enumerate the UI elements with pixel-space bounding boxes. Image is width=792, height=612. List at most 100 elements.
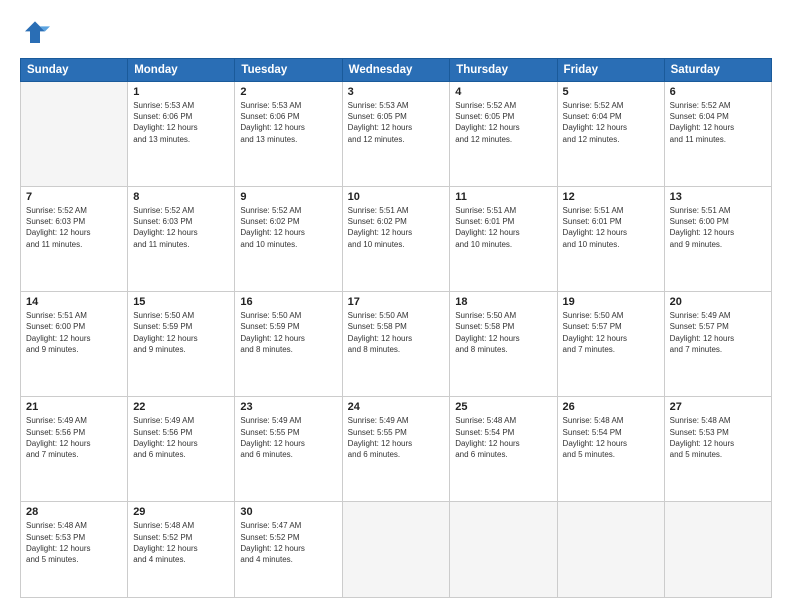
day-info: Sunrise: 5:48 AM Sunset: 5:52 PM Dayligh… <box>133 520 229 565</box>
calendar-cell: 7 Sunrise: 5:52 AM Sunset: 6:03 PM Daylig… <box>21 187 128 292</box>
calendar-cell: 22Sunrise: 5:49 AM Sunset: 5:56 PM Dayli… <box>128 397 235 502</box>
calendar-cell: 4 Sunrise: 5:52 AM Sunset: 6:05 PM Daylig… <box>450 82 557 187</box>
day-number: 26 <box>563 401 659 413</box>
day-info: Sunrise: 5:49 AM Sunset: 5:56 PM Dayligh… <box>26 415 122 460</box>
calendar-cell: 24 Sunrise: 5:49 AM Sunset: 5:55 PM Dayli… <box>342 397 450 502</box>
day-number: 2 <box>240 86 336 98</box>
day-info: Sunrise: 5:52 AM Sunset: 6:05 PM Dayligh… <box>455 100 551 145</box>
day-info: Sunrise: 5:51 AM Sunset: 6:02 PM Dayligh… <box>348 205 445 250</box>
calendar-cell: 23Sunrise: 5:49 AM Sunset: 5:55 PM Dayli… <box>235 397 342 502</box>
weekday-thursday: Thursday <box>450 59 557 82</box>
calendar-week-4: 21 Sunrise: 5:49 AM Sunset: 5:56 PM Dayli… <box>21 397 772 502</box>
page: SundayMondayTuesdayWednesdayThursdayFrid… <box>0 0 792 612</box>
logo-icon <box>20 18 50 48</box>
calendar-cell: 9 Sunrise: 5:52 AM Sunset: 6:02 PM Daylig… <box>235 187 342 292</box>
calendar-cell: 6Sunrise: 5:52 AM Sunset: 6:04 PM Daylig… <box>664 82 771 187</box>
calendar-cell: 12 Sunrise: 5:51 AM Sunset: 6:01 PM Dayli… <box>557 187 664 292</box>
calendar-cell: 29 Sunrise: 5:48 AM Sunset: 5:52 PM Dayli… <box>128 502 235 598</box>
calendar-cell: 16 Sunrise: 5:50 AM Sunset: 5:59 PM Dayli… <box>235 292 342 397</box>
calendar-cell <box>21 82 128 187</box>
calendar-cell: 19 Sunrise: 5:50 AM Sunset: 5:57 PM Dayli… <box>557 292 664 397</box>
day-info: Sunrise: 5:53 AM Sunset: 6:06 PM Dayligh… <box>240 100 336 145</box>
day-info: Sunrise: 5:51 AM Sunset: 6:01 PM Dayligh… <box>563 205 659 250</box>
day-number: 5 <box>563 86 659 98</box>
calendar-week-2: 7 Sunrise: 5:52 AM Sunset: 6:03 PM Daylig… <box>21 187 772 292</box>
header <box>20 18 772 48</box>
day-info: Sunrise: 5:48 AM Sunset: 5:54 PM Dayligh… <box>563 415 659 460</box>
calendar-cell: 3Sunrise: 5:53 AM Sunset: 6:05 PM Daylig… <box>342 82 450 187</box>
day-info: Sunrise: 5:50 AM Sunset: 5:57 PM Dayligh… <box>563 310 659 355</box>
calendar-cell: 8Sunrise: 5:52 AM Sunset: 6:03 PM Daylig… <box>128 187 235 292</box>
day-info: Sunrise: 5:48 AM Sunset: 5:53 PM Dayligh… <box>670 415 766 460</box>
day-number: 9 <box>240 191 336 203</box>
day-number: 25 <box>455 401 551 413</box>
day-number: 20 <box>670 296 766 308</box>
day-info: Sunrise: 5:52 AM Sunset: 6:04 PM Dayligh… <box>670 100 766 145</box>
day-info: Sunrise: 5:53 AM Sunset: 6:05 PM Dayligh… <box>348 100 445 145</box>
day-number: 8 <box>133 191 229 203</box>
calendar-cell: 5 Sunrise: 5:52 AM Sunset: 6:04 PM Daylig… <box>557 82 664 187</box>
calendar-cell: 25 Sunrise: 5:48 AM Sunset: 5:54 PM Dayli… <box>450 397 557 502</box>
calendar-cell: 17Sunrise: 5:50 AM Sunset: 5:58 PM Dayli… <box>342 292 450 397</box>
weekday-wednesday: Wednesday <box>342 59 450 82</box>
day-number: 30 <box>240 506 336 518</box>
day-number: 27 <box>670 401 766 413</box>
calendar-cell: 21 Sunrise: 5:49 AM Sunset: 5:56 PM Dayli… <box>21 397 128 502</box>
day-number: 16 <box>240 296 336 308</box>
logo <box>20 18 56 48</box>
calendar-cell: 26 Sunrise: 5:48 AM Sunset: 5:54 PM Dayli… <box>557 397 664 502</box>
day-info: Sunrise: 5:50 AM Sunset: 5:59 PM Dayligh… <box>133 310 229 355</box>
day-info: Sunrise: 5:48 AM Sunset: 5:53 PM Dayligh… <box>26 520 122 565</box>
calendar-cell: 15 Sunrise: 5:50 AM Sunset: 5:59 PM Dayli… <box>128 292 235 397</box>
day-number: 10 <box>348 191 445 203</box>
day-number: 7 <box>26 191 122 203</box>
day-info: Sunrise: 5:49 AM Sunset: 5:55 PM Dayligh… <box>240 415 336 460</box>
day-info: Sunrise: 5:50 AM Sunset: 5:59 PM Dayligh… <box>240 310 336 355</box>
day-info: Sunrise: 5:52 AM Sunset: 6:02 PM Dayligh… <box>240 205 336 250</box>
calendar-cell: 18 Sunrise: 5:50 AM Sunset: 5:58 PM Dayli… <box>450 292 557 397</box>
day-number: 28 <box>26 506 122 518</box>
day-number: 13 <box>670 191 766 203</box>
day-number: 12 <box>563 191 659 203</box>
day-number: 17 <box>348 296 445 308</box>
day-info: Sunrise: 5:51 AM Sunset: 6:00 PM Dayligh… <box>26 310 122 355</box>
calendar-cell: 1 Sunrise: 5:53 AM Sunset: 6:06 PM Daylig… <box>128 82 235 187</box>
calendar-cell: 28 Sunrise: 5:48 AM Sunset: 5:53 PM Dayli… <box>21 502 128 598</box>
calendar-week-5: 28 Sunrise: 5:48 AM Sunset: 5:53 PM Dayli… <box>21 502 772 598</box>
day-info: Sunrise: 5:52 AM Sunset: 6:03 PM Dayligh… <box>26 205 122 250</box>
day-info: Sunrise: 5:49 AM Sunset: 5:55 PM Dayligh… <box>348 415 445 460</box>
day-number: 4 <box>455 86 551 98</box>
day-info: Sunrise: 5:52 AM Sunset: 6:04 PM Dayligh… <box>563 100 659 145</box>
day-info: Sunrise: 5:48 AM Sunset: 5:54 PM Dayligh… <box>455 415 551 460</box>
calendar-cell: 11Sunrise: 5:51 AM Sunset: 6:01 PM Dayli… <box>450 187 557 292</box>
day-info: Sunrise: 5:51 AM Sunset: 6:01 PM Dayligh… <box>455 205 551 250</box>
day-info: Sunrise: 5:47 AM Sunset: 5:52 PM Dayligh… <box>240 520 336 565</box>
weekday-tuesday: Tuesday <box>235 59 342 82</box>
calendar-cell: 14 Sunrise: 5:51 AM Sunset: 6:00 PM Dayli… <box>21 292 128 397</box>
calendar-cell: 30 Sunrise: 5:47 AM Sunset: 5:52 PM Dayli… <box>235 502 342 598</box>
day-info: Sunrise: 5:51 AM Sunset: 6:00 PM Dayligh… <box>670 205 766 250</box>
day-info: Sunrise: 5:53 AM Sunset: 6:06 PM Dayligh… <box>133 100 229 145</box>
day-info: Sunrise: 5:49 AM Sunset: 5:57 PM Dayligh… <box>670 310 766 355</box>
day-number: 29 <box>133 506 229 518</box>
weekday-saturday: Saturday <box>664 59 771 82</box>
day-number: 19 <box>563 296 659 308</box>
day-number: 18 <box>455 296 551 308</box>
day-number: 24 <box>348 401 445 413</box>
calendar-cell: 20 Sunrise: 5:49 AM Sunset: 5:57 PM Dayli… <box>664 292 771 397</box>
calendar-cell: 13 Sunrise: 5:51 AM Sunset: 6:00 PM Dayli… <box>664 187 771 292</box>
calendar-cell: 27 Sunrise: 5:48 AM Sunset: 5:53 PM Dayli… <box>664 397 771 502</box>
day-number: 14 <box>26 296 122 308</box>
weekday-header-row: SundayMondayTuesdayWednesdayThursdayFrid… <box>21 59 772 82</box>
calendar-cell <box>342 502 450 598</box>
day-number: 1 <box>133 86 229 98</box>
calendar-cell: 10 Sunrise: 5:51 AM Sunset: 6:02 PM Dayli… <box>342 187 450 292</box>
calendar-table: SundayMondayTuesdayWednesdayThursdayFrid… <box>20 58 772 598</box>
day-number: 15 <box>133 296 229 308</box>
calendar-week-3: 14 Sunrise: 5:51 AM Sunset: 6:00 PM Dayli… <box>21 292 772 397</box>
calendar-cell <box>450 502 557 598</box>
weekday-sunday: Sunday <box>21 59 128 82</box>
day-number: 22 <box>133 401 229 413</box>
day-number: 21 <box>26 401 122 413</box>
day-info: Sunrise: 5:50 AM Sunset: 5:58 PM Dayligh… <box>455 310 551 355</box>
